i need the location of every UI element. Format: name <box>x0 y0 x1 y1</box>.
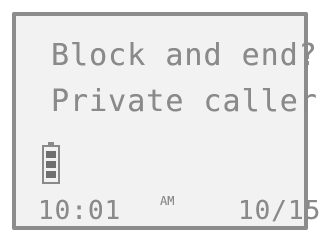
am-pm-indicator: AM <box>160 194 175 208</box>
phone-lcd-screen: Block and end? Private caller 10:01 AM 1… <box>12 12 320 230</box>
battery-icon <box>42 142 60 184</box>
date-display: 10/15 <box>238 196 322 226</box>
prompt-text: Block and end? <box>51 38 318 73</box>
caller-id-text: Private caller <box>51 84 318 119</box>
clock-time: 10:01 <box>38 196 122 226</box>
